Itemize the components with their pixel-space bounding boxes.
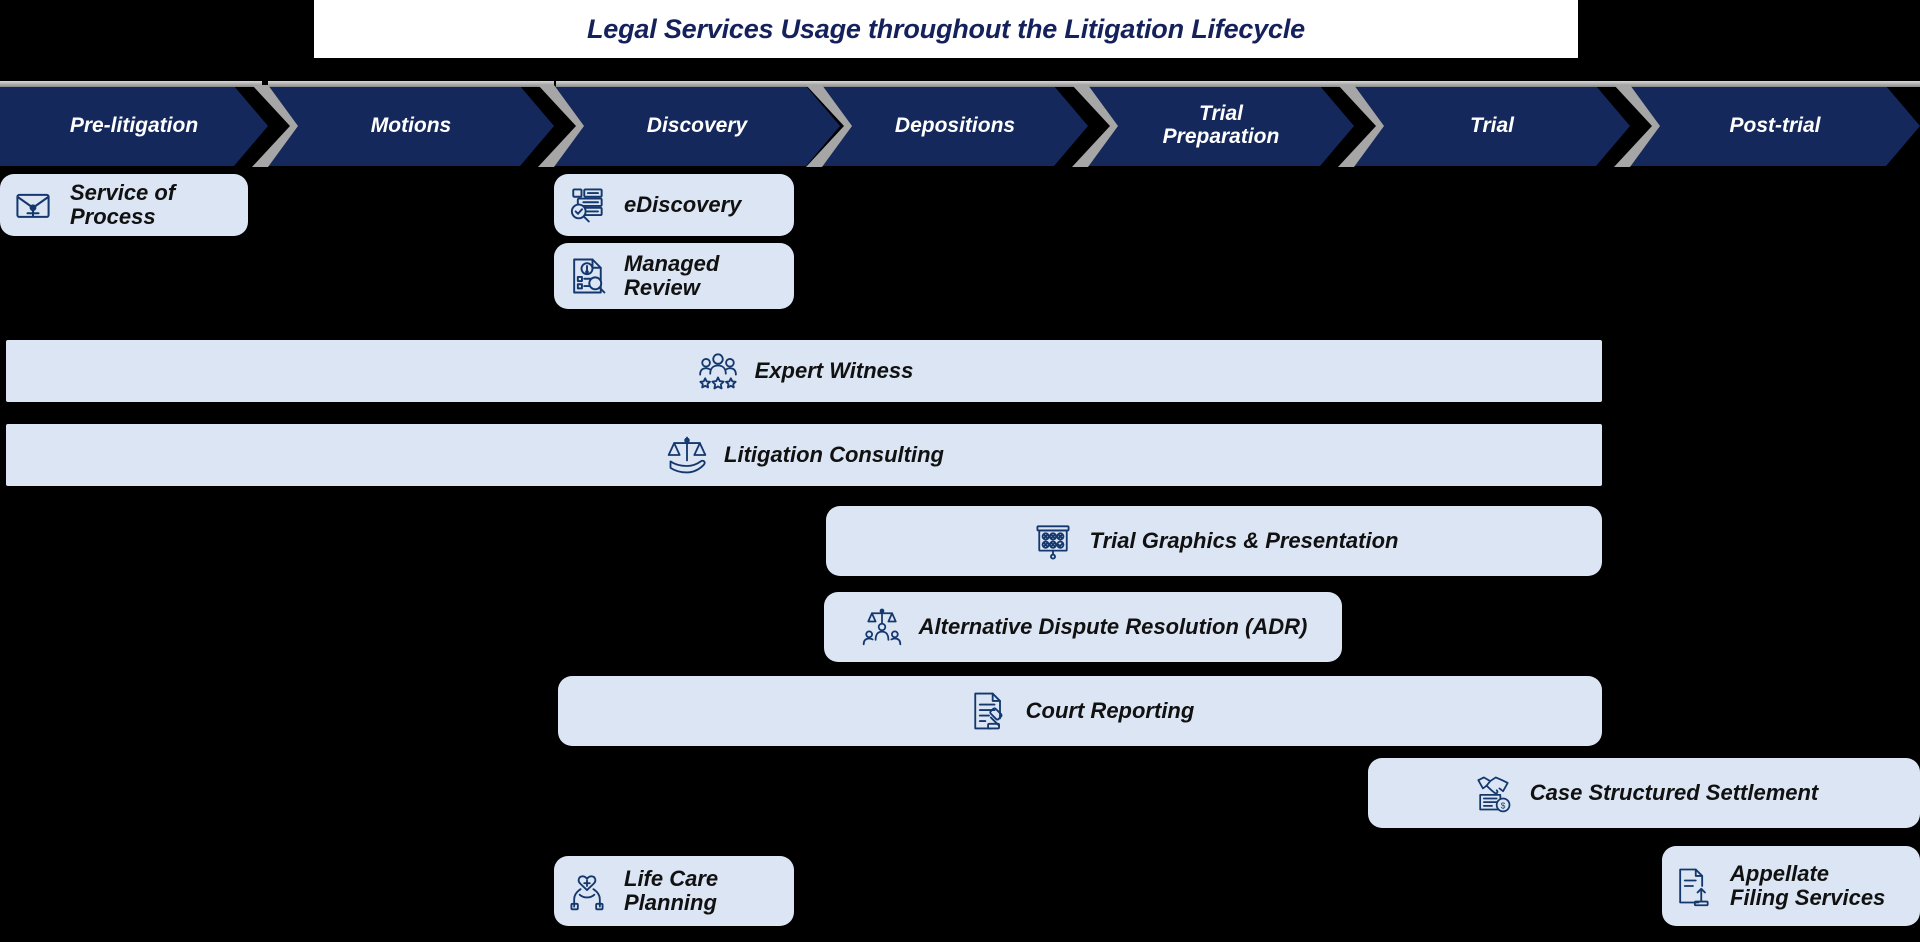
- phase-trial-preparation[interactable]: Trial Preparation: [1088, 86, 1354, 166]
- envelope-document-icon: [10, 182, 56, 228]
- presentation-board-icon: [1030, 518, 1076, 564]
- service-label: Litigation Consulting: [724, 441, 944, 467]
- service-bar-appellate-filing-services[interactable]: Appellate Filing Services: [1662, 846, 1920, 926]
- chevron-separator: [1608, 83, 1664, 169]
- scales-hand-icon: [664, 432, 710, 478]
- page-title: Legal Services Usage throughout the Liti…: [587, 13, 1305, 44]
- service-label: eDiscovery: [624, 191, 742, 217]
- filing-upload-icon: [1670, 863, 1716, 909]
- phase-motions[interactable]: Motions: [268, 86, 554, 166]
- chevron-separator: [246, 83, 302, 169]
- phase-label: Discovery: [646, 113, 748, 137]
- phase-label: Trial: [1470, 113, 1514, 137]
- phase-label: Motions: [370, 113, 452, 137]
- phase-pre-litigation[interactable]: Pre-litigation: [0, 86, 268, 166]
- service-bar-litigation-consulting[interactable]: Litigation Consulting: [6, 424, 1602, 486]
- chevron-separator: [1332, 83, 1388, 169]
- server-search-icon: [564, 182, 610, 228]
- svg-text:$: $: [1501, 802, 1506, 811]
- diagram-canvas: Legal Services Usage throughout the Liti…: [0, 0, 1920, 942]
- handshake-money-icon: $: [1470, 770, 1516, 816]
- service-bar-court-reporting[interactable]: Court Reporting: [558, 676, 1602, 746]
- service-bar-life-care-planning[interactable]: Life Care Planning: [554, 856, 794, 926]
- document-review-icon: [564, 253, 610, 299]
- document-gavel-icon: [966, 688, 1012, 734]
- service-label: Life Care Planning: [624, 865, 719, 915]
- phase-post-trial[interactable]: Post-trial: [1630, 86, 1920, 166]
- people-stars-icon: [695, 348, 741, 394]
- title-bar: Legal Services Usage throughout the Liti…: [314, 0, 1578, 58]
- service-label: Managed Review: [624, 250, 720, 300]
- service-label: Expert Witness: [754, 357, 914, 383]
- phase-label: Pre-litigation: [69, 113, 199, 137]
- service-bar-managed-review[interactable]: Managed Review: [554, 243, 794, 309]
- service-bar-ediscovery[interactable]: eDiscovery: [554, 174, 794, 236]
- phase-chevron-row: Pre-litigation Motions Discovery Deposit…: [0, 83, 1920, 169]
- phase-discovery[interactable]: Discovery: [554, 86, 840, 166]
- phase-rail: [1350, 81, 1636, 87]
- chevron-separator: [1066, 83, 1122, 169]
- chevron-separator: [532, 83, 588, 169]
- service-label: Appellate Filing Services: [1730, 860, 1886, 910]
- service-label: Case Structured Settlement: [1529, 779, 1819, 805]
- phase-rail: [1630, 81, 1920, 87]
- service-label: Alternative Dispute Resolution (ADR): [918, 613, 1308, 639]
- service-bar-case-structured-settlement[interactable]: $ Case Structured Settlement: [1368, 758, 1920, 828]
- service-label: Trial Graphics & Presentation: [1089, 527, 1399, 553]
- phase-label: Post-trial: [1729, 113, 1821, 137]
- phase-label: Trial Preparation: [1162, 102, 1280, 148]
- service-label: Service of Process: [70, 179, 176, 229]
- phase-label: Depositions: [894, 113, 1016, 137]
- service-label: Court Reporting: [1025, 697, 1195, 723]
- service-bar-trial-graphics[interactable]: Trial Graphics & Presentation: [826, 506, 1602, 576]
- service-bar-adr[interactable]: Alternative Dispute Resolution (ADR): [824, 592, 1342, 662]
- mediation-scales-icon: [859, 604, 905, 650]
- phase-depositions[interactable]: Depositions: [822, 86, 1088, 166]
- service-bar-expert-witness[interactable]: Expert Witness: [6, 340, 1602, 402]
- phase-rail: [268, 81, 554, 87]
- service-bar-service-of-process[interactable]: Service of Process: [0, 174, 248, 236]
- chevron-separator: [800, 83, 856, 169]
- phase-rail: [0, 81, 262, 87]
- phase-trial[interactable]: Trial: [1354, 86, 1630, 166]
- hands-heart-icon: [564, 868, 610, 914]
